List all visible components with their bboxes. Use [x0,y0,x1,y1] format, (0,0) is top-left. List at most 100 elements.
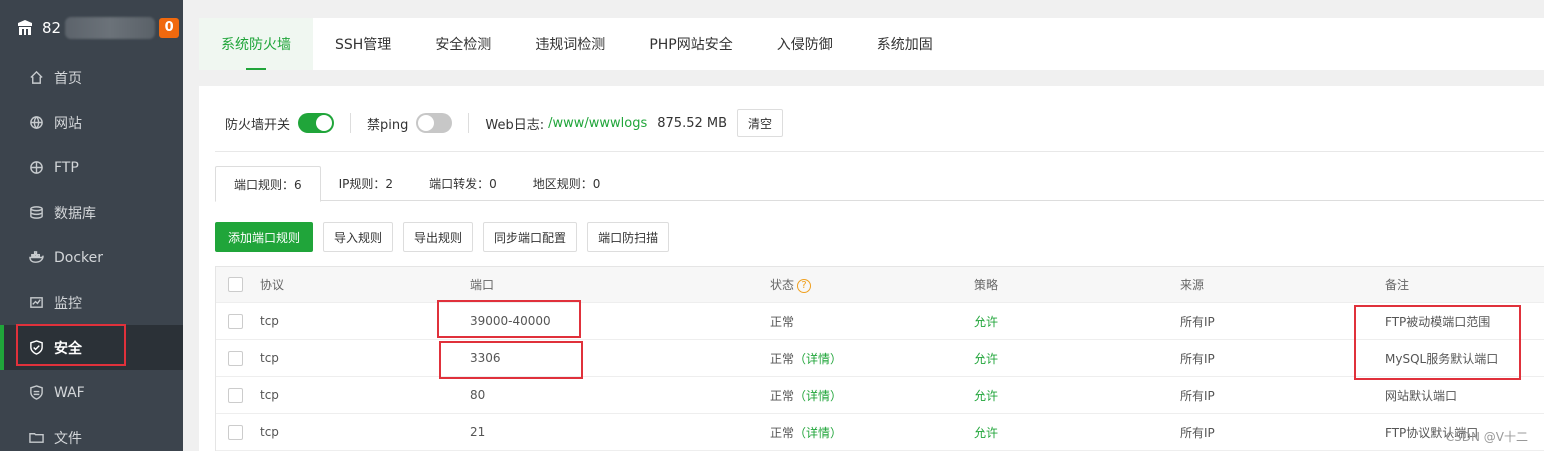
clear-log-button[interactable]: 清空 [737,109,784,137]
cell-status: 正常（详情） [770,424,842,441]
rule-tabs: 端口规则：6 IP规则：2 端口转发：0 地区规则：0 [215,166,1544,202]
cell-note[interactable]: MySQL服务默认端口 [1385,350,1498,367]
ftp-icon [28,160,44,176]
import-rules-button[interactable]: 导入规则 [323,222,394,252]
help-icon[interactable]: ? [797,278,812,293]
header-note: 备注 [1385,278,1410,292]
cell-status: 正常 [770,313,794,330]
port-antiscan-button[interactable]: 端口防扫描 [587,222,670,252]
firewall-toolbar: 防火墙开关 禁ping Web日志: /www/wwwlogs 875.52 M… [225,108,1544,138]
sidebar-item-database[interactable]: 数据库 [0,190,183,235]
header-source: 来源 [1180,278,1205,292]
sync-port-config-button[interactable]: 同步端口配置 [483,222,578,252]
waf-shield-icon [28,385,44,401]
select-all-checkbox[interactable] [228,277,243,292]
cell-status: 正常（详情） [770,350,842,367]
sidebar-item-home[interactable]: 首页 [0,55,183,100]
cell-note[interactable]: FTP被动模端口范围 [1385,313,1490,330]
cell-status: 正常（详情） [770,387,842,404]
tab-ip-rules[interactable]: IP规则：2 [321,166,411,200]
tab-region-rules[interactable]: 地区规则：0 [515,166,619,200]
header-protocol: 协议 [260,278,285,292]
table-row: tcp 21 正常（详情） 允许 所有IP FTP协议默认端口 [216,414,1544,451]
home-icon [28,70,44,86]
tab-php-security[interactable]: PHP网站安全 [627,18,754,70]
sidebar-item-label: 文件 [54,430,82,447]
status-detail-link[interactable]: （详情） [794,352,842,366]
cell-port[interactable]: 80 [470,388,485,402]
sidebar-item-label: 安全 [54,340,82,357]
cell-protocol: tcp [260,425,279,439]
tab-system-hardening[interactable]: 系统加固 [855,18,955,70]
tab-forbidden-words[interactable]: 违规词检测 [513,18,627,70]
export-rules-button[interactable]: 导出规则 [403,222,474,252]
row-checkbox[interactable] [228,313,243,329]
row-checkbox[interactable] [228,387,243,403]
cell-port[interactable]: 39000-40000 [470,314,551,328]
sidebar-item-label: WAF [54,384,85,401]
sidebar-item-label: Docker [54,249,104,266]
divider [215,151,1544,152]
cell-protocol: tcp [260,314,279,328]
sidebar-item-label: 网站 [54,115,82,132]
firewall-panel: 防火墙开关 禁ping Web日志: /www/wwwlogs 875.52 M… [199,86,1544,451]
sidebar-item-label: 首页 [54,70,82,87]
cell-source: 所有IP [1180,314,1215,329]
sidebar-item-security[interactable]: 安全 [0,325,183,370]
status-text: 正常 [770,351,795,366]
cell-protocol: tcp [260,351,279,365]
divider [468,113,470,133]
tab-security-scan[interactable]: 安全检测 [413,18,513,70]
cell-note[interactable]: 网站默认端口 [1385,387,1457,404]
toggle-knob [316,115,333,131]
tab-ssh[interactable]: SSH管理 [313,18,413,70]
notification-badge[interactable]: 0 [159,17,180,38]
sidebar-item-docker[interactable]: Docker [0,235,183,280]
tab-port-forward[interactable]: 端口转发：0 [411,166,515,200]
toggle-knob [418,115,435,131]
watermark: CSDN @V十二 [1445,430,1528,444]
cell-port[interactable]: 3306 [470,351,501,365]
shield-icon [28,340,44,356]
table-header: 协议 端口 状态? 策略 来源 备注 [216,267,1544,303]
server-header[interactable]: 82 0 [0,0,183,55]
cell-policy[interactable]: 允许 [974,424,998,441]
firewall-toggle[interactable] [298,113,335,133]
sidebar-item-label: FTP [54,159,79,176]
add-port-rule-button[interactable]: 添加端口规则 [215,222,314,252]
sidebar-item-website[interactable]: 网站 [0,100,183,145]
sidebar-item-label: 监控 [54,295,82,312]
tab-port-rules[interactable]: 端口规则：6 [215,166,321,202]
database-icon [28,205,44,221]
cell-source: 所有IP [1180,388,1215,403]
cell-policy[interactable]: 允许 [974,350,998,367]
sidebar-item-waf[interactable]: WAF [0,370,183,415]
tab-system-firewall[interactable]: 系统防火墙 [199,18,313,70]
monitor-icon [28,295,44,311]
masked-ip [65,16,156,39]
cell-policy[interactable]: 允许 [974,313,998,330]
sidebar: 82 0 首页 网站 FTP 数据库 Docker 监控 安全 WAF 文件 [0,0,183,451]
status-detail-link[interactable]: （详情） [794,426,842,440]
header-status: 状态? [770,276,812,293]
status-detail-link[interactable]: （详情） [794,389,842,403]
docker-icon [28,250,44,266]
sidebar-item-ftp[interactable]: FTP [0,145,183,190]
header-status-label: 状态 [770,278,795,292]
header-port: 端口 [470,278,495,292]
table-row: tcp 3306 正常（详情） 允许 所有IP MySQL服务默认端口 [216,340,1544,377]
table-row: tcp 39000-40000 正常 允许 所有IP FTP被动模端口范围 [216,303,1544,340]
sidebar-item-monitor[interactable]: 监控 [0,280,183,325]
status-text: 正常 [770,388,795,403]
cell-port[interactable]: 21 [470,425,485,439]
weblog-path-link[interactable]: /www/wwwlogs [548,116,647,131]
sidebar-item-files[interactable]: 文件 [0,415,183,451]
tab-intrusion-prevention[interactable]: 入侵防御 [755,18,855,70]
cell-source: 所有IP [1180,425,1215,440]
row-checkbox[interactable] [228,350,243,366]
ping-toggle[interactable] [416,113,453,133]
status-text: 正常 [770,425,795,440]
row-checkbox[interactable] [228,424,243,440]
sidebar-nav: 首页 网站 FTP 数据库 Docker 监控 安全 WAF 文件 [0,55,183,451]
cell-policy[interactable]: 允许 [974,387,998,404]
